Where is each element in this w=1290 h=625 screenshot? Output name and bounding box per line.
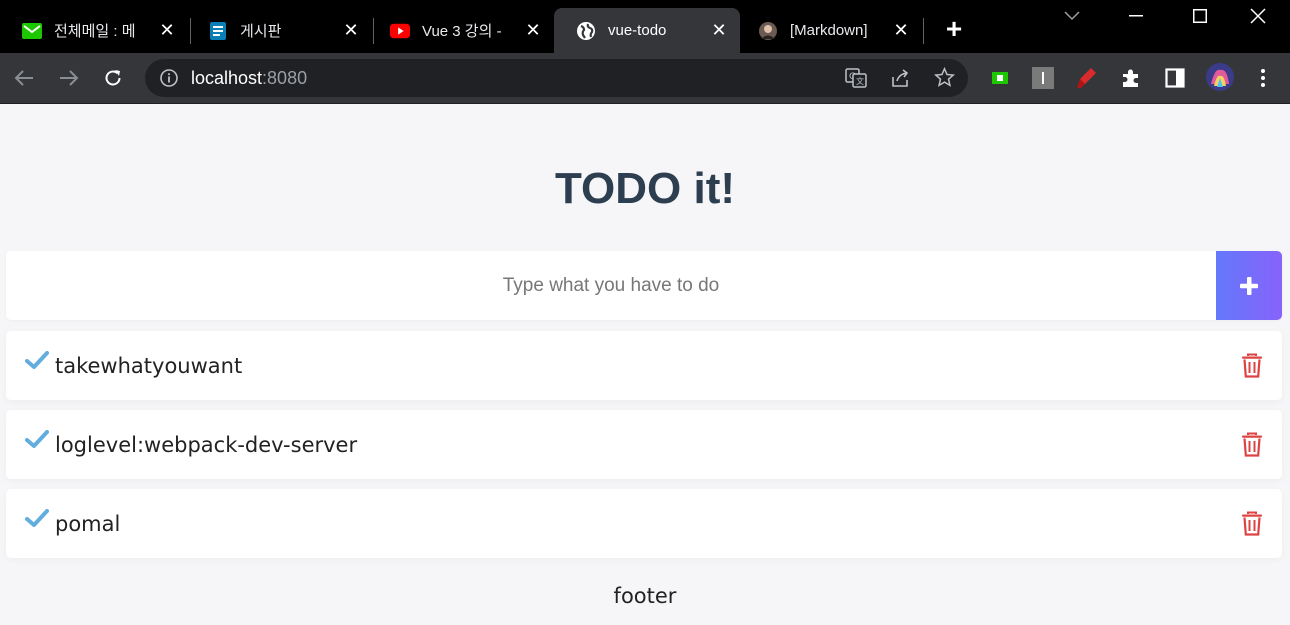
address-bar[interactable]: localhost:8080 G文 — [145, 59, 968, 97]
extension-cursor-icon[interactable] — [1029, 64, 1057, 92]
close-tab-icon[interactable]: ✕ — [342, 20, 360, 40]
todo-input[interactable] — [6, 251, 1216, 320]
globe-icon — [576, 21, 596, 41]
todo-input-container — [6, 251, 1282, 320]
todo-item: pomal — [6, 489, 1282, 558]
check-icon[interactable] — [25, 509, 49, 529]
avatar-icon — [758, 21, 778, 41]
share-icon[interactable] — [890, 68, 910, 93]
footer: footer — [613, 584, 677, 608]
todo-item: takewhatyouwant — [6, 331, 1282, 400]
close-tab-icon[interactable]: ✕ — [892, 20, 910, 40]
url-text: localhost:8080 — [191, 68, 307, 89]
browser-tab-strip: 전체메일 : 메 ✕ 게시판 ✕ Vue 3 강의 - ✕ vue-todo ✕… — [0, 0, 1290, 53]
board-icon — [208, 21, 228, 41]
tab-title: [Markdown] — [790, 22, 868, 39]
maximize-icon[interactable] — [1168, 0, 1232, 32]
url-port: :8080 — [262, 68, 308, 88]
trash-icon[interactable] — [1241, 511, 1263, 536]
side-panel-icon[interactable] — [1161, 64, 1189, 92]
check-icon[interactable] — [25, 351, 49, 371]
close-window-icon[interactable] — [1226, 0, 1290, 32]
todo-text: takewhatyouwant — [55, 354, 243, 378]
new-tab-button[interactable]: + — [940, 15, 968, 44]
tab-separator — [923, 18, 924, 44]
close-tab-icon[interactable]: ✕ — [524, 20, 542, 40]
minimize-icon[interactable] — [1104, 0, 1168, 32]
plus-icon — [1240, 276, 1258, 295]
check-icon[interactable] — [25, 430, 49, 450]
mail-icon — [22, 21, 42, 41]
close-tab-icon[interactable]: ✕ — [710, 20, 728, 40]
reload-icon[interactable] — [99, 64, 127, 92]
tab-board[interactable]: 게시판 ✕ — [186, 8, 372, 53]
tab-title: Vue 3 강의 - — [422, 23, 502, 40]
todo-text: loglevel:webpack-dev-server — [55, 433, 358, 457]
profile-avatar-icon[interactable] — [1205, 62, 1235, 92]
highlighter-icon[interactable] — [1073, 64, 1101, 92]
todo-list: takewhatyouwant loglevel:webpack-dev-ser… — [6, 331, 1282, 568]
tab-mail[interactable]: 전체메일 : 메 ✕ — [0, 8, 188, 53]
tab-title: vue-todo — [608, 22, 667, 39]
url-host: localhost — [191, 68, 263, 88]
bookmark-star-icon[interactable] — [933, 66, 956, 93]
site-info-icon[interactable] — [159, 68, 179, 88]
trash-icon[interactable] — [1241, 353, 1263, 378]
svg-text:文: 文 — [856, 76, 864, 86]
trash-icon[interactable] — [1241, 432, 1263, 457]
extension-green-icon[interactable] — [986, 64, 1014, 92]
forward-icon[interactable] — [55, 64, 83, 92]
browser-toolbar: localhost:8080 G文 — [0, 53, 1290, 104]
youtube-icon — [390, 21, 410, 41]
tab-search-icon[interactable] — [1040, 0, 1104, 32]
close-tab-icon[interactable]: ✕ — [158, 20, 176, 40]
tab-youtube[interactable]: Vue 3 강의 - ✕ — [368, 8, 554, 53]
translate-icon[interactable]: G文 — [845, 68, 867, 93]
tab-title: 전체메일 : 메 — [54, 23, 136, 40]
tab-title: 게시판 — [240, 23, 282, 40]
add-todo-button[interactable] — [1216, 251, 1282, 320]
tab-markdown[interactable]: [Markdown] ✕ — [736, 8, 922, 53]
app-title: TODO it! — [554, 164, 736, 213]
tab-vue-todo[interactable]: vue-todo ✕ — [554, 8, 740, 53]
back-icon[interactable] — [10, 64, 38, 92]
browser-menu-icon[interactable] — [1249, 64, 1277, 92]
page-content: TODO it! takewhatyouwant loglevel:webpac… — [0, 104, 1290, 625]
todo-item: loglevel:webpack-dev-server — [6, 410, 1282, 479]
extensions-puzzle-icon[interactable] — [1117, 64, 1145, 92]
todo-text: pomal — [55, 512, 121, 536]
